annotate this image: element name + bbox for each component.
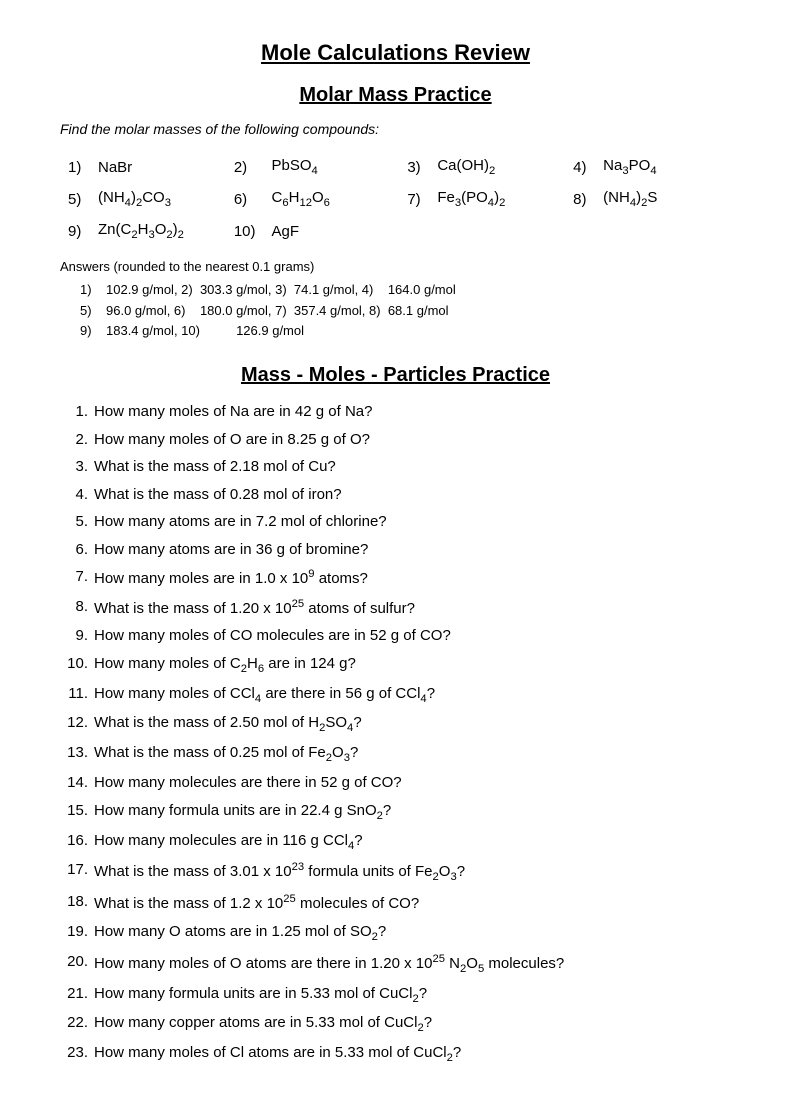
compound-num-6: 6): [226, 183, 264, 215]
question-23: 23. How many moles of Cl atoms are in 5.…: [60, 1042, 731, 1067]
answers-header: Answers (rounded to the nearest 0.1 gram…: [60, 257, 731, 278]
q10-text: How many moles of C2H6 are in 124 g?: [94, 653, 731, 678]
mass-moles-section: Mass - Moles - Particles Practice 1. How…: [60, 364, 731, 1067]
answer-row-2: 5) 96.0 g/mol, 6) 180.0 g/mol, 7) 357.4 …: [60, 301, 731, 322]
question-16: 16. How many molecules are in 116 g CCl4…: [60, 830, 731, 855]
question-4: 4. What is the mass of 0.28 mol of iron?: [60, 484, 731, 507]
question-11: 11. How many moles of CCl4 are there in …: [60, 683, 731, 708]
compound-num-5: 5): [60, 183, 90, 215]
question-17: 17. What is the mass of 3.01 x 1023 form…: [60, 859, 731, 886]
compound-num-8: 8): [565, 183, 595, 215]
compound-2: PbSO4: [264, 151, 400, 183]
q3-text: What is the mass of 2.18 mol of Cu?: [94, 456, 731, 479]
question-7: 7. How many moles are in 1.0 x 109 atoms…: [60, 566, 731, 591]
q2-text: How many moles of O are in 8.25 g of O?: [94, 429, 731, 452]
instructions: Find the molar masses of the following c…: [60, 121, 731, 137]
q14-text: How many molecules are there in 52 g of …: [94, 772, 731, 795]
q7-text: How many moles are in 1.0 x 109 atoms?: [94, 566, 731, 591]
compound-4: Na3PO4: [595, 151, 731, 183]
question-14: 14. How many molecules are there in 52 g…: [60, 772, 731, 795]
molar-mass-table: 1) NaBr 2) PbSO4 3) Ca(OH)2 4) Na3PO4 5)…: [60, 151, 731, 247]
compound-7: Fe3(PO4)2: [429, 183, 565, 215]
compound-8: (NH4)2S: [595, 183, 731, 215]
compound-num-2: 2): [226, 151, 264, 183]
question-19: 19. How many O atoms are in 1.25 mol of …: [60, 921, 731, 946]
page-container: Mole Calculations Review Molar Mass Prac…: [60, 40, 731, 1067]
question-15: 15. How many formula units are in 22.4 g…: [60, 800, 731, 825]
question-5: 5. How many atoms are in 7.2 mol of chlo…: [60, 511, 731, 534]
q20-text: How many moles of O atoms are there in 1…: [94, 951, 731, 978]
compound-5: (NH4)2CO3: [90, 183, 226, 215]
compound-1: NaBr: [90, 151, 226, 183]
question-3: 3. What is the mass of 2.18 mol of Cu?: [60, 456, 731, 479]
question-8: 8. What is the mass of 1.20 x 1025 atoms…: [60, 596, 731, 621]
answer-row-3: 9) 183.4 g/mol, 10) 126.9 g/mol: [60, 321, 731, 342]
q12-text: What is the mass of 2.50 mol of H2SO4?: [94, 712, 731, 737]
answer-row-1: 1) 102.9 g/mol, 2) 303.3 g/mol, 3) 74.1 …: [60, 280, 731, 301]
question-13: 13. What is the mass of 0.25 mol of Fe2O…: [60, 742, 731, 767]
q11-text: How many moles of CCl4 are there in 56 g…: [94, 683, 731, 708]
q16-text: How many molecules are in 116 g CCl4?: [94, 830, 731, 855]
q18-text: What is the mass of 1.2 x 1025 molecules…: [94, 891, 731, 916]
q19-text: How many O atoms are in 1.25 mol of SO2?: [94, 921, 731, 946]
question-22: 22. How many copper atoms are in 5.33 mo…: [60, 1012, 731, 1037]
compound-num-3: 3): [399, 151, 429, 183]
question-10: 10. How many moles of C2H6 are in 124 g?: [60, 653, 731, 678]
question-20: 20. How many moles of O atoms are there …: [60, 951, 731, 978]
question-1: 1. How many moles of Na are in 42 g of N…: [60, 401, 731, 424]
q15-text: How many formula units are in 22.4 g SnO…: [94, 800, 731, 825]
q23-text: How many moles of Cl atoms are in 5.33 m…: [94, 1042, 731, 1067]
question-9: 9. How many moles of CO molecules are in…: [60, 625, 731, 648]
q8-text: What is the mass of 1.20 x 1025 atoms of…: [94, 596, 731, 621]
compound-num-10: 10): [226, 215, 264, 247]
q17-text: What is the mass of 3.01 x 1023 formula …: [94, 859, 731, 886]
compound-num-9: 9): [60, 215, 90, 247]
compound-9: Zn(C2H3O2)2: [90, 215, 226, 247]
compound-3: Ca(OH)2: [429, 151, 565, 183]
mass-moles-title: Mass - Moles - Particles Practice: [60, 364, 731, 387]
question-list: 1. How many moles of Na are in 42 g of N…: [60, 401, 731, 1067]
question-18: 18. What is the mass of 1.2 x 1025 molec…: [60, 891, 731, 916]
q4-text: What is the mass of 0.28 mol of iron?: [94, 484, 731, 507]
q21-text: How many formula units are in 5.33 mol o…: [94, 983, 731, 1008]
molar-mass-title: Molar Mass Practice: [60, 84, 731, 107]
page-title: Mole Calculations Review: [60, 40, 731, 66]
question-12: 12. What is the mass of 2.50 mol of H2SO…: [60, 712, 731, 737]
question-6: 6. How many atoms are in 36 g of bromine…: [60, 539, 731, 562]
q1-text: How many moles of Na are in 42 g of Na?: [94, 401, 731, 424]
question-21: 21. How many formula units are in 5.33 m…: [60, 983, 731, 1008]
compound-num-1: 1): [60, 151, 90, 183]
q13-text: What is the mass of 0.25 mol of Fe2O3?: [94, 742, 731, 767]
q6-text: How many atoms are in 36 g of bromine?: [94, 539, 731, 562]
answers-section: Answers (rounded to the nearest 0.1 gram…: [60, 257, 731, 342]
compound-num-7: 7): [399, 183, 429, 215]
compound-10: AgF: [264, 215, 400, 247]
q9-text: How many moles of CO molecules are in 52…: [94, 625, 731, 648]
compound-num-4: 4): [565, 151, 595, 183]
q22-text: How many copper atoms are in 5.33 mol of…: [94, 1012, 731, 1037]
q5-text: How many atoms are in 7.2 mol of chlorin…: [94, 511, 731, 534]
compound-6: C6H12O6: [264, 183, 400, 215]
question-2: 2. How many moles of O are in 8.25 g of …: [60, 429, 731, 452]
